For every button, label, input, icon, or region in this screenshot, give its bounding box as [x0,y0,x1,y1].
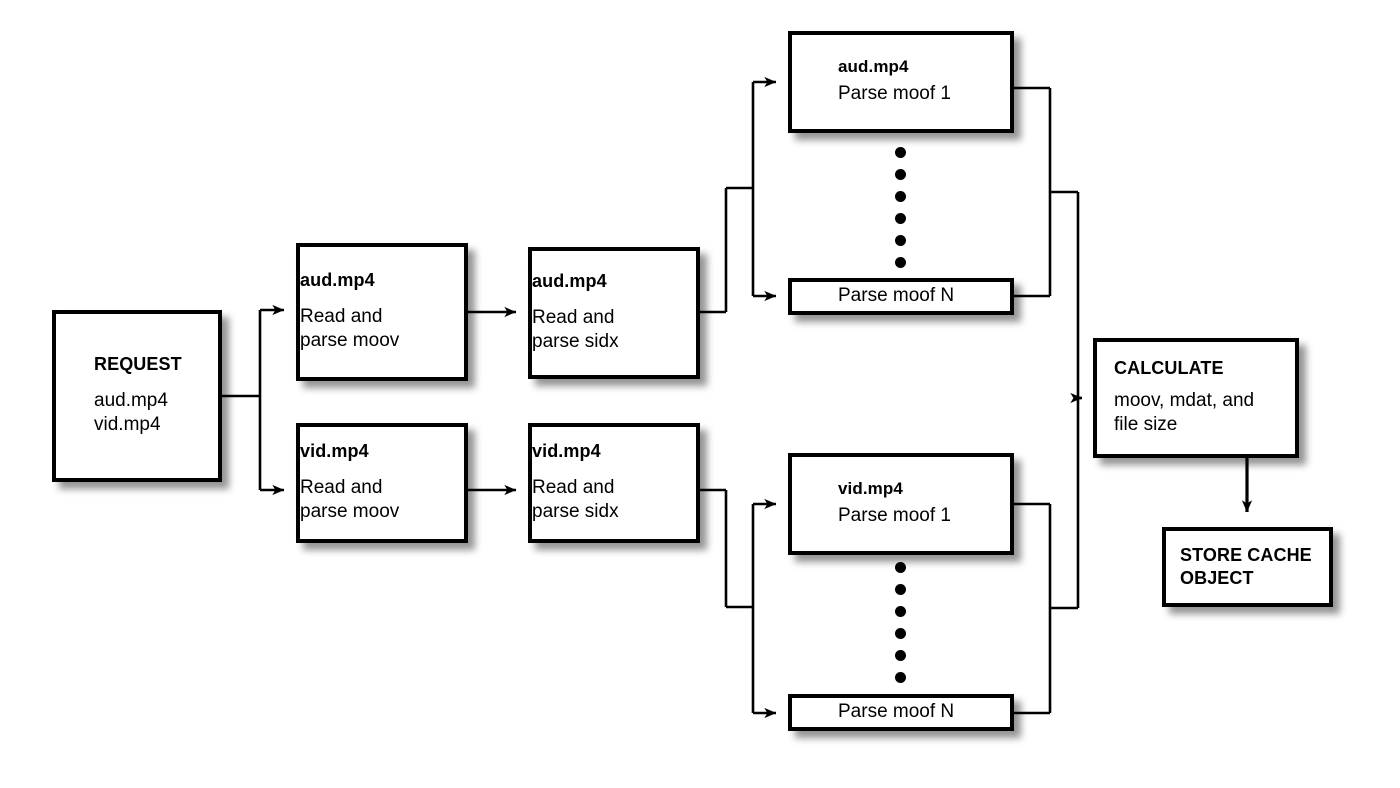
node-aud-moov-line2: parse moov [300,330,400,352]
diagram-canvas: REQUEST aud.mp4 vid.mp4 aud.mp4 Read and… [0,0,1400,788]
node-request-body: aud.mp4 vid.mp4 [56,389,218,438]
node-vid-moof1-line1: Parse moof 1 [838,505,951,527]
node-store-line1: STORE CACHE [1180,544,1312,565]
node-store-title: STORE CACHE OBJECT [1166,544,1329,591]
node-aud-moov-body: Read and parse moov [300,305,464,354]
node-vid-sidx-title: vid.mp4 [532,440,601,461]
node-vid-moof1-title: vid.mp4 [838,479,903,499]
node-calculate-title: CALCULATE [1114,357,1224,378]
node-vid-sidx-body: Read and parse sidx [532,476,696,525]
node-aud-sidx-body: Read and parse sidx [532,306,696,355]
node-store-line2: OBJECT [1180,568,1254,588]
node-request-line2: vid.mp4 [94,414,161,436]
node-vid-moov-body: Read and parse moov [300,476,464,525]
node-vid-parse-moof-1[interactable]: vid.mp4 Parse moof 1 [788,453,1014,555]
node-aud-parse-moof-1[interactable]: aud.mp4 Parse moof 1 [788,31,1014,133]
node-aud-moof1-line1: Parse moof 1 [838,83,951,105]
node-vid-moov-title: vid.mp4 [300,440,369,461]
node-request[interactable]: REQUEST aud.mp4 vid.mp4 [52,310,222,482]
node-calculate-body: moov, mdat, and file size [1097,389,1295,438]
node-vid-moofn-line1: Parse moof N [838,701,955,723]
node-calculate-line2: file size [1114,414,1178,436]
node-vid-parse-moof-n[interactable]: Parse moof N [788,694,1014,731]
node-aud-moofn-line1: Parse moof N [838,285,955,307]
node-request-title: REQUEST [94,353,182,374]
node-store-cache-object[interactable]: STORE CACHE OBJECT [1162,527,1333,607]
node-aud-moof1-title: aud.mp4 [838,57,909,77]
node-request-line1: aud.mp4 [94,389,168,411]
node-calculate-line1: moov, mdat, and [1114,389,1255,411]
node-aud-moov-title: aud.mp4 [300,269,375,290]
node-vid-moov-line1: Read and [300,476,383,498]
ellipsis-aud-moof [895,147,906,268]
node-vid-read-parse-sidx[interactable]: vid.mp4 Read and parse sidx [528,423,700,543]
ellipsis-vid-moof [895,562,906,683]
node-aud-sidx-title: aud.mp4 [532,270,607,291]
node-aud-read-parse-moov[interactable]: aud.mp4 Read and parse moov [296,243,468,381]
node-calculate[interactable]: CALCULATE moov, mdat, and file size [1093,338,1299,458]
node-aud-parse-moof-n[interactable]: Parse moof N [788,278,1014,315]
node-vid-sidx-line2: parse sidx [532,501,619,523]
node-vid-sidx-line1: Read and [532,476,615,498]
node-aud-sidx-line2: parse sidx [532,331,619,353]
node-aud-moov-line1: Read and [300,305,383,327]
node-aud-sidx-line1: Read and [532,306,615,328]
node-aud-read-parse-sidx[interactable]: aud.mp4 Read and parse sidx [528,247,700,379]
node-vid-read-parse-moov[interactable]: vid.mp4 Read and parse moov [296,423,468,543]
node-vid-moov-line2: parse moov [300,501,400,523]
